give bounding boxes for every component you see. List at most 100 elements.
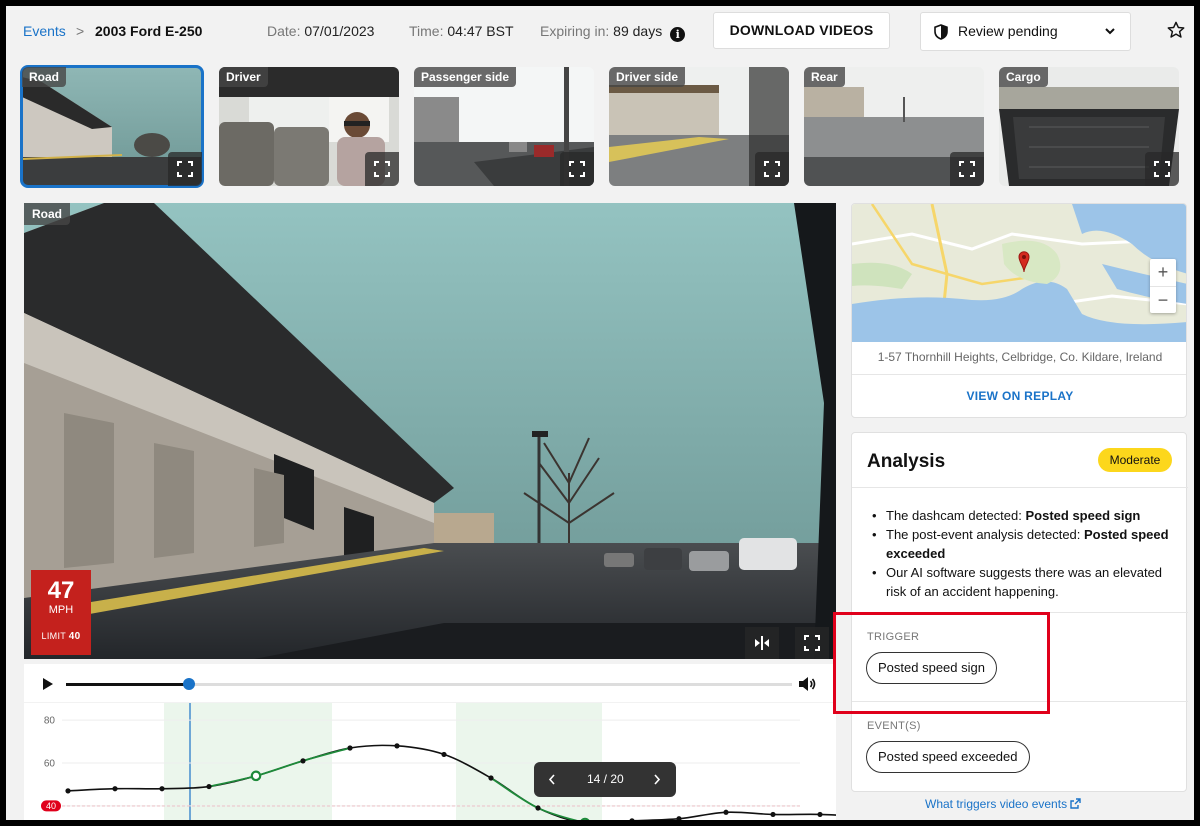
thumb-label: Rear — [804, 67, 845, 87]
data-point[interactable] — [817, 811, 823, 818]
data-point[interactable] — [441, 751, 447, 758]
data-point[interactable] — [394, 743, 400, 749]
download-videos-button[interactable]: DOWNLOAD VIDEOS — [713, 12, 890, 49]
data-point[interactable] — [206, 783, 212, 790]
header: Events > 2003 Ford E-250 Date: 07/01/202… — [6, 6, 1194, 56]
map[interactable] — [852, 204, 1187, 342]
fullscreen-icon — [177, 161, 193, 177]
data-point[interactable] — [347, 745, 353, 751]
video-fullscreen-button[interactable] — [795, 627, 829, 659]
star-icon[interactable] — [1167, 21, 1185, 39]
list-item: Our AI software suggests there was an el… — [872, 563, 1172, 601]
speed-chart[interactable]: 806040 40 — [24, 703, 870, 820]
divider — [852, 374, 1186, 375]
thumb-label: Passenger side — [414, 67, 517, 87]
zoom-in-button[interactable]: + — [1150, 259, 1176, 286]
data-point[interactable] — [723, 809, 729, 815]
fullscreen-icon — [764, 161, 780, 177]
video-camera-label: Road — [24, 203, 70, 225]
fullscreen-button[interactable] — [560, 152, 594, 186]
road-video-frame — [24, 203, 836, 659]
camera-thumb-passenger-side[interactable]: Passenger side — [414, 67, 594, 186]
list-item: The dashcam detected: Posted speed sign — [872, 506, 1172, 525]
page-title: 2003 Ford E-250 — [95, 23, 203, 39]
fullscreen-icon — [804, 635, 820, 651]
shield-icon — [934, 24, 948, 40]
zoom-out-button[interactable]: − — [1150, 286, 1176, 313]
fullscreen-icon — [959, 161, 975, 177]
data-point[interactable] — [250, 770, 262, 782]
data-point[interactable] — [580, 817, 590, 820]
data-point[interactable] — [300, 758, 306, 764]
view-on-replay-link[interactable]: VIEW ON REPLAY — [852, 389, 1186, 403]
volume-icon[interactable] — [798, 676, 816, 692]
play-icon[interactable] — [42, 677, 54, 691]
thumb-label: Driver side — [609, 67, 686, 87]
camera-thumb-rear[interactable]: Rear — [804, 67, 984, 186]
event-date: Date: 07/01/2023 — [267, 23, 375, 39]
data-point[interactable] — [770, 811, 776, 818]
speed-limit: LIMIT 40 — [41, 631, 81, 642]
fullscreen-icon — [1154, 161, 1170, 177]
chevron-left-icon[interactable] — [548, 774, 556, 785]
scrubber-handle[interactable] — [183, 678, 196, 690]
camera-thumb-cargo[interactable]: Cargo — [999, 67, 1179, 186]
speed-value: 47 — [47, 577, 75, 604]
scrubber-progress — [66, 683, 190, 686]
fullscreen-icon — [569, 161, 585, 177]
thumb-label: Driver — [219, 67, 268, 87]
y-tick-label: 80 — [44, 716, 56, 727]
svg-text:40: 40 — [46, 801, 56, 811]
data-point[interactable] — [629, 818, 635, 820]
location-address: 1-57 Thornhill Heights, Celbridge, Co. K… — [877, 350, 1163, 364]
data-point[interactable] — [676, 816, 682, 820]
fullscreen-button[interactable] — [1145, 152, 1179, 186]
camera-thumb-driver-side[interactable]: Driver side — [609, 67, 789, 186]
video-player-controls — [24, 664, 836, 702]
speed-chart-svg: 806040 40 — [41, 703, 870, 820]
speed-limit-marker: 40 — [41, 800, 61, 812]
camera-thumb-road[interactable]: Road — [20, 65, 204, 188]
data-point[interactable] — [112, 786, 118, 792]
analysis-title: Analysis — [867, 451, 946, 472]
info-icon[interactable]: i — [670, 27, 686, 42]
event-chip: Posted speed exceeded — [866, 741, 1030, 773]
severity-badge: Moderate — [1098, 448, 1172, 472]
map-zoom-controls: + − — [1150, 259, 1176, 313]
split-view-button[interactable] — [745, 627, 779, 659]
expiry: Expiring in: 89 days i — [540, 23, 686, 42]
help-link[interactable]: What triggers video events — [925, 797, 1082, 811]
highlight-annotation — [833, 612, 1050, 714]
breadcrumb-events-link[interactable]: Events — [23, 23, 66, 39]
breadcrumb-chevron-icon: > — [76, 23, 85, 39]
review-status-label: Review pending — [958, 23, 1058, 39]
fullscreen-button[interactable] — [365, 152, 399, 186]
speed-indicator: 47 MPH LIMIT 40 — [31, 570, 91, 655]
event-pager: 14 / 20 — [534, 762, 676, 797]
main-video[interactable]: Road 47 MPH LIMIT 40 — [24, 203, 836, 659]
location-card: + − 1-57 Thornhill Heights, Celbridge, C… — [851, 203, 1187, 418]
speed-unit: MPH — [48, 604, 74, 616]
fullscreen-icon — [374, 161, 390, 177]
fullscreen-button[interactable] — [755, 152, 789, 186]
review-status-dropdown[interactable]: Review pending — [920, 12, 1131, 51]
split-view-icon — [755, 636, 769, 650]
data-point[interactable] — [65, 788, 71, 794]
data-point[interactable] — [488, 775, 494, 781]
thumb-label: Road — [22, 67, 66, 87]
analysis-list: The dashcam detected: Posted speed sign … — [872, 506, 1172, 601]
divider — [852, 487, 1188, 488]
data-point[interactable] — [535, 805, 541, 811]
thumb-label: Cargo — [999, 67, 1048, 87]
y-tick-label: 60 — [44, 759, 56, 770]
external-link-icon — [1070, 798, 1082, 809]
data-point[interactable] — [159, 786, 165, 792]
screen: Events > 2003 Ford E-250 Date: 07/01/202… — [6, 6, 1194, 820]
camera-thumb-driver[interactable]: Driver — [219, 67, 399, 186]
fullscreen-button[interactable] — [168, 152, 202, 186]
pager-count: 14 / 20 — [587, 772, 624, 786]
video-scrubber[interactable] — [66, 678, 792, 690]
chevron-down-icon — [1105, 28, 1115, 35]
fullscreen-button[interactable] — [950, 152, 984, 186]
chevron-right-icon[interactable] — [653, 774, 661, 785]
